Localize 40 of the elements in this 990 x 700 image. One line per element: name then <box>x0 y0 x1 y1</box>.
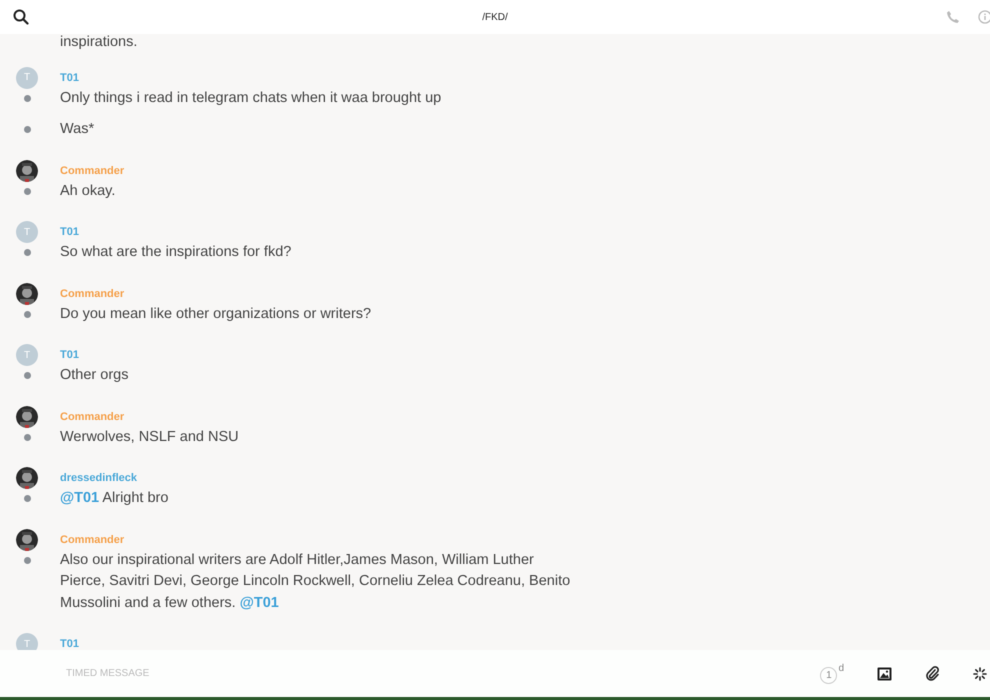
author-name[interactable]: Commander <box>60 534 124 546</box>
author-name[interactable]: T01 <box>60 226 79 238</box>
message-text: So what are the inspirations for fkd? <box>60 243 292 262</box>
message-text: Werwolves, NSLF and NSU <box>60 428 240 446</box>
avatar[interactable]: T <box>16 633 38 650</box>
avatar[interactable]: T <box>16 221 38 243</box>
message-text: Also our inspirational writers are Adolf Hitler,James Mason, William Luther Pierce, Savitri Devi, George Lincoln Rockwell, Corneliu Zelea Codreanu, Benito Mussolini and a few others. @T01 <box>60 550 572 612</box>
author-name[interactable]: Commander <box>60 288 124 300</box>
bullet-dot <box>24 126 30 133</box>
image-icon[interactable] <box>877 666 892 680</box>
author-name[interactable]: dressedinfleck <box>60 472 138 484</box>
message-text: Was* <box>60 120 96 139</box>
chat-title: /FKD/ <box>481 12 509 22</box>
bullet-dot <box>24 556 30 564</box>
bullet-dot <box>24 495 30 502</box>
message-input[interactable]: TIMED MESSAGE <box>64 667 368 680</box>
author-name[interactable]: T01 <box>60 349 79 361</box>
bullet-dot <box>24 310 30 318</box>
message-text: Do you mean like other organizations or writers? <box>60 304 372 324</box>
message-text: Only things i read in telegram chats when it waa brought up <box>60 88 442 108</box>
bullet-dot <box>24 94 30 102</box>
mention-link[interactable]: @T01 <box>60 490 100 506</box>
message-text: Other orgs <box>60 366 130 385</box>
bullet-dot <box>24 249 30 256</box>
sparkle-icon[interactable] <box>973 666 987 680</box>
mention-link[interactable]: @T01 <box>240 594 279 610</box>
avatar[interactable]: T <box>16 66 38 88</box>
bullet-dot <box>24 434 30 440</box>
author-name[interactable]: Commander <box>60 410 124 422</box>
bullet-dot <box>24 372 30 379</box>
author-name[interactable]: Commander <box>60 164 124 176</box>
message-text: @T01 Alright bro <box>60 489 170 508</box>
message-text: Ah okay. <box>60 182 116 200</box>
bullet-dot <box>24 188 30 194</box>
search-icon[interactable] <box>13 9 29 25</box>
author-name[interactable]: T01 <box>60 638 79 650</box>
message-text: inspirations. <box>60 34 138 52</box>
paperclip-icon[interactable] <box>925 666 940 681</box>
avatar[interactable]: T <box>16 344 38 366</box>
author-name[interactable]: T01 <box>60 72 79 84</box>
